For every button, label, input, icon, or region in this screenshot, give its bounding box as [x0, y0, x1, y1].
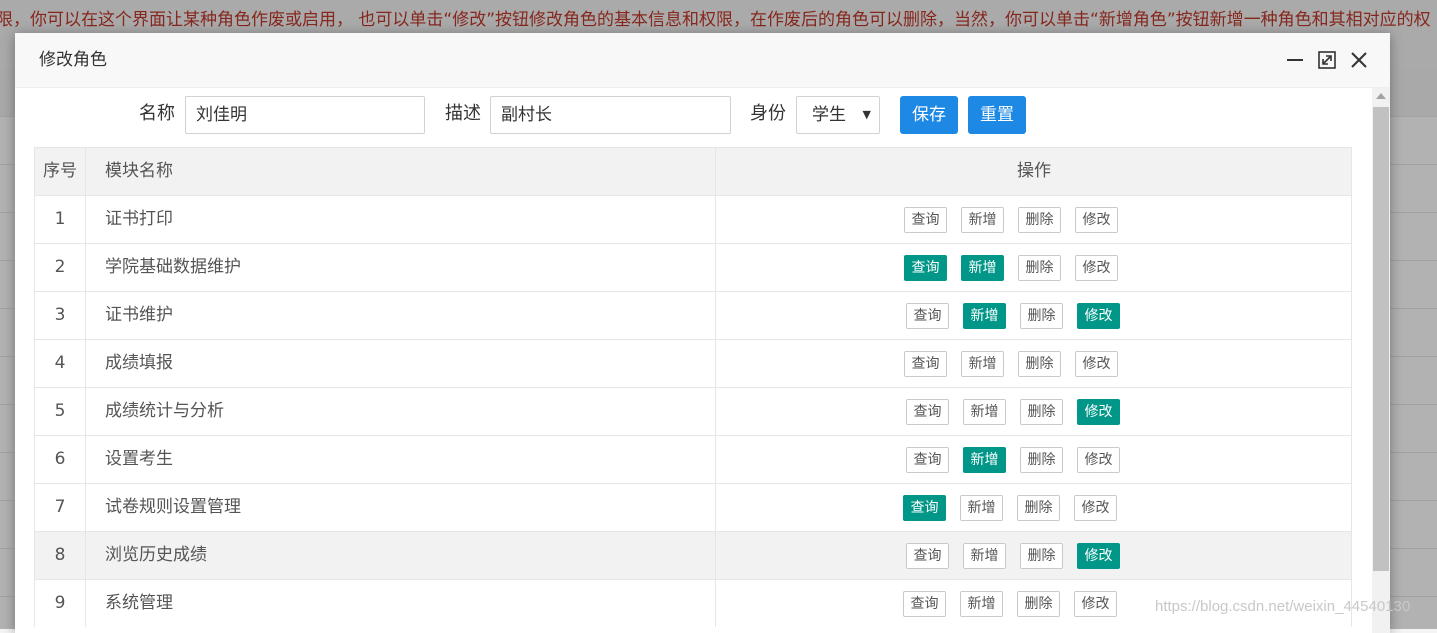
scroll-up-arrow-icon[interactable] [1376, 93, 1386, 99]
delete-permission-toggle[interactable]: 删除 [1018, 255, 1061, 281]
header-operations: 操作 [1017, 161, 1051, 181]
edit-permission-toggle[interactable]: 修改 [1077, 399, 1120, 425]
dropdown-arrow-icon: ▼ [862, 108, 871, 121]
query-permission-toggle[interactable]: 查询 [906, 543, 949, 569]
edit-permission-toggle[interactable]: 修改 [1074, 591, 1117, 617]
query-permission-toggle[interactable]: 查询 [906, 447, 949, 473]
row-module-name: 试卷规则设置管理 [86, 484, 716, 531]
row-index: 6 [35, 436, 86, 483]
delete-permission-toggle[interactable]: 删除 [1020, 303, 1063, 329]
query-permission-toggle[interactable]: 查询 [904, 351, 947, 377]
add-permission-toggle[interactable]: 新增 [963, 303, 1006, 329]
row-index: 3 [35, 292, 86, 339]
maximize-icon[interactable] [1317, 50, 1337, 70]
name-label: 名称 [139, 103, 175, 124]
identity-select-value: 学生 [812, 105, 846, 125]
dialog-header: 修改角色 [15, 33, 1390, 88]
delete-permission-toggle[interactable]: 删除 [1020, 399, 1063, 425]
watermark-text: https://blog.csdn.net/weixin_44540130 [1155, 598, 1411, 615]
reset-button[interactable]: 重置 [968, 96, 1026, 134]
vertical-scrollbar[interactable] [1372, 88, 1390, 633]
query-permission-toggle[interactable]: 查询 [903, 495, 946, 521]
delete-permission-toggle[interactable]: 删除 [1020, 447, 1063, 473]
table-row: 9 系统管理 查询 新增 删除 修改 [35, 579, 1351, 627]
table-row: 4 成绩填报 查询 新增 删除 修改 [35, 339, 1351, 387]
query-permission-toggle[interactable]: 查询 [903, 591, 946, 617]
edit-permission-toggle[interactable]: 修改 [1075, 207, 1118, 233]
row-module-name: 证书打印 [86, 196, 716, 243]
edit-permission-toggle[interactable]: 修改 [1077, 447, 1120, 473]
header-index: 序号 [35, 148, 86, 195]
row-index: 4 [35, 340, 86, 387]
delete-permission-toggle[interactable]: 删除 [1018, 207, 1061, 233]
add-permission-toggle[interactable]: 新增 [961, 207, 1004, 233]
description-input[interactable]: 副村长 [490, 96, 731, 134]
permission-table: 序号 模块名称 操作 1 证书打印 查询 新增 删除 修改 2 学院基础数据维护 查询 新增 删除修… [34, 147, 1352, 627]
close-icon[interactable] [1349, 50, 1369, 70]
row-module-name: 学院基础数据维护 [86, 244, 716, 291]
row-module-name: 证书维护 [86, 292, 716, 339]
add-permission-toggle[interactable]: 新增 [963, 399, 1006, 425]
query-permission-toggle[interactable]: 查询 [904, 255, 947, 281]
table-row: 5 成绩统计与分析 查询 新增 删除 修改 [35, 387, 1351, 435]
delete-permission-toggle[interactable]: 删除 [1018, 351, 1061, 377]
edit-permission-toggle[interactable]: 修改 [1075, 255, 1118, 281]
row-index: 9 [35, 580, 86, 627]
edit-permission-toggle[interactable]: 修改 [1074, 495, 1117, 521]
table-row: 3 证书维护 查询 新增 删除 修改 [35, 291, 1351, 339]
query-permission-toggle[interactable]: 查询 [906, 399, 949, 425]
add-permission-toggle[interactable]: 新增 [961, 255, 1004, 281]
table-row: 1 证书打印 查询 新增 删除 修改 [35, 195, 1351, 243]
identity-label: 身份 [750, 103, 786, 124]
row-index: 2 [35, 244, 86, 291]
row-index: 1 [35, 196, 86, 243]
edit-permission-toggle[interactable]: 修改 [1075, 351, 1118, 377]
dialog-title: 修改角色 [39, 50, 107, 70]
add-permission-toggle[interactable]: 新增 [960, 495, 1003, 521]
identity-select[interactable]: 学生 ▼ [796, 96, 880, 134]
scrollbar-thumb[interactable] [1373, 107, 1389, 571]
edit-role-dialog: 修改角色 名称 刘佳明 描述 副村长 身份 学生 ▼ 保存 重置 序号 模块名称… [15, 33, 1390, 633]
edit-permission-toggle[interactable]: 修改 [1077, 543, 1120, 569]
dialog-body: 名称 刘佳明 描述 副村长 身份 学生 ▼ 保存 重置 序号 模块名称 操作 1… [15, 88, 1373, 633]
save-button[interactable]: 保存 [900, 96, 958, 134]
row-module-name: 设置考生 [86, 436, 716, 483]
row-index: 8 [35, 532, 86, 579]
row-module-name: 系统管理 [86, 580, 716, 627]
delete-permission-toggle[interactable]: 删除 [1017, 591, 1060, 617]
row-index: 7 [35, 484, 86, 531]
delete-permission-toggle[interactable]: 删除 [1020, 543, 1063, 569]
row-index: 5 [35, 388, 86, 435]
table-header-row: 序号 模块名称 操作 [35, 147, 1351, 195]
description-label: 描述 [445, 103, 481, 124]
table-row: 6 设置考生 查询 新增 删除 修改 [35, 435, 1351, 483]
add-permission-toggle[interactable]: 新增 [963, 543, 1006, 569]
delete-permission-toggle[interactable]: 删除 [1017, 495, 1060, 521]
table-row: 2 学院基础数据维护 查询 新增 删除 修改 [35, 243, 1351, 291]
header-module-name: 模块名称 [86, 148, 716, 195]
table-row: 7 试卷规则设置管理 查询 新增 删除 修改 [35, 483, 1351, 531]
add-permission-toggle[interactable]: 新增 [963, 447, 1006, 473]
add-permission-toggle[interactable]: 新增 [961, 351, 1004, 377]
edit-permission-toggle[interactable]: 修改 [1077, 303, 1120, 329]
row-module-name: 成绩填报 [86, 340, 716, 387]
add-permission-toggle[interactable]: 新增 [960, 591, 1003, 617]
query-permission-toggle[interactable]: 查询 [904, 207, 947, 233]
query-permission-toggle[interactable]: 查询 [906, 303, 949, 329]
name-input[interactable]: 刘佳明 [185, 96, 425, 134]
row-module-name: 成绩统计与分析 [86, 388, 716, 435]
row-module-name: 浏览历史成绩 [86, 532, 716, 579]
table-row: 8 浏览历史成绩 查询 新增 删除 修改 [35, 531, 1351, 579]
minimize-icon[interactable] [1285, 50, 1305, 70]
